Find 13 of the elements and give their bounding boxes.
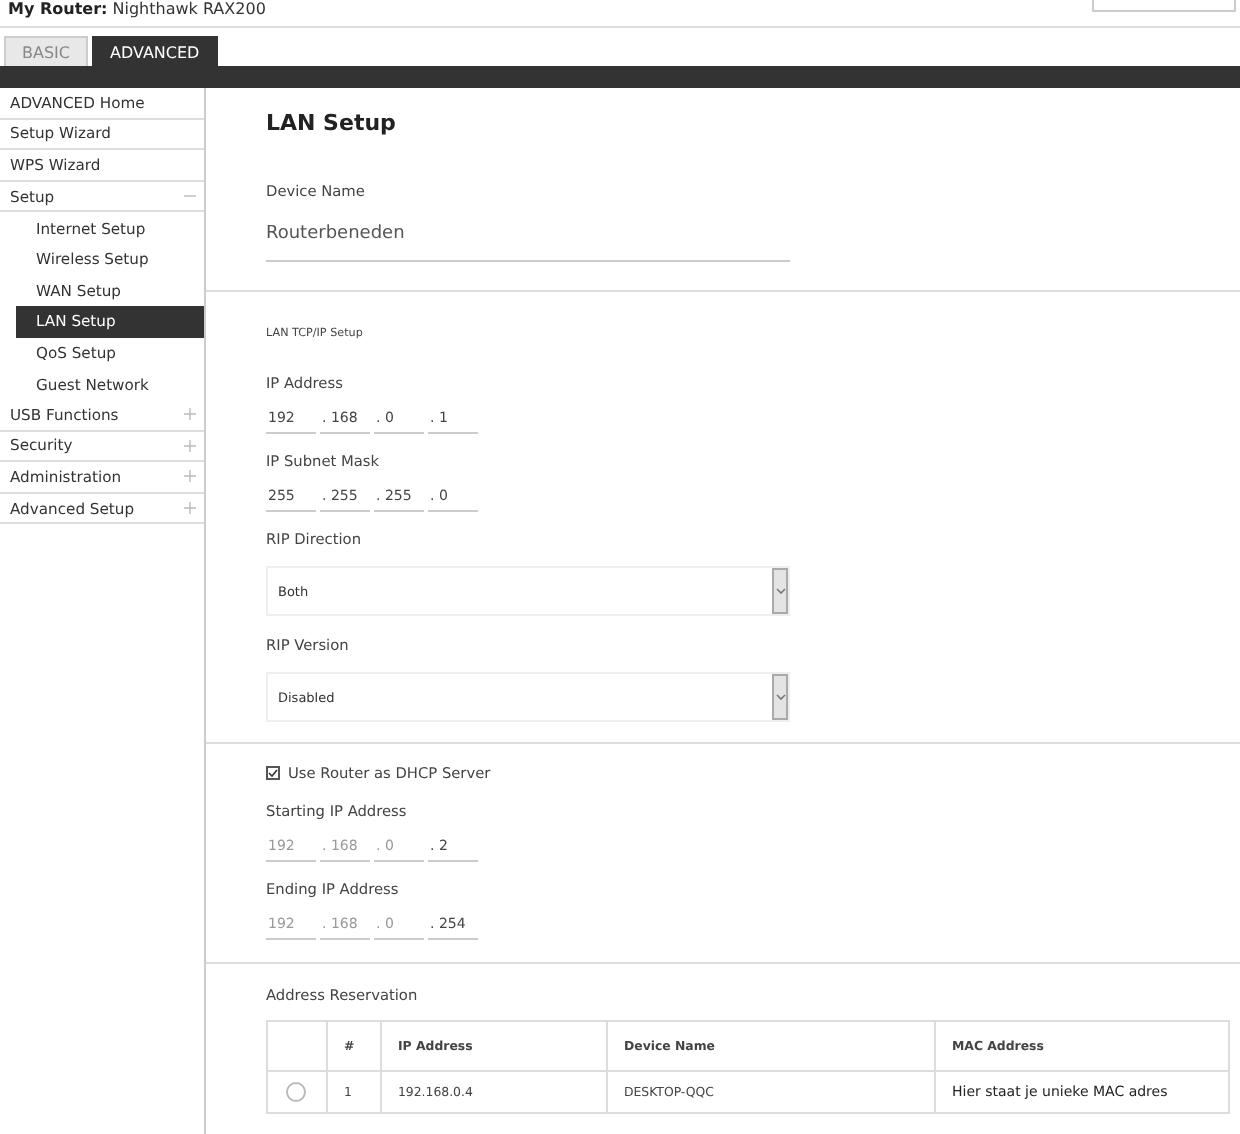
router-title: My Router: Nighthawk RAX200 (8, 0, 266, 18)
minus-icon[interactable] (184, 190, 196, 203)
radio-button[interactable] (286, 1082, 306, 1102)
plus-icon[interactable] (184, 470, 196, 483)
device-name-field[interactable]: Routerbeneden (266, 218, 790, 262)
caret-icon[interactable] (772, 568, 788, 614)
page-title: LAN Setup (266, 110, 398, 136)
plus-icon[interactable] (184, 439, 196, 452)
plus-icon[interactable] (184, 502, 196, 515)
dhcp-checkbox[interactable] (266, 766, 280, 780)
plus-icon[interactable] (184, 408, 196, 421)
caret-icon[interactable] (772, 674, 788, 720)
nav-tab[interactable]: ADVANCED (91, 36, 218, 66)
